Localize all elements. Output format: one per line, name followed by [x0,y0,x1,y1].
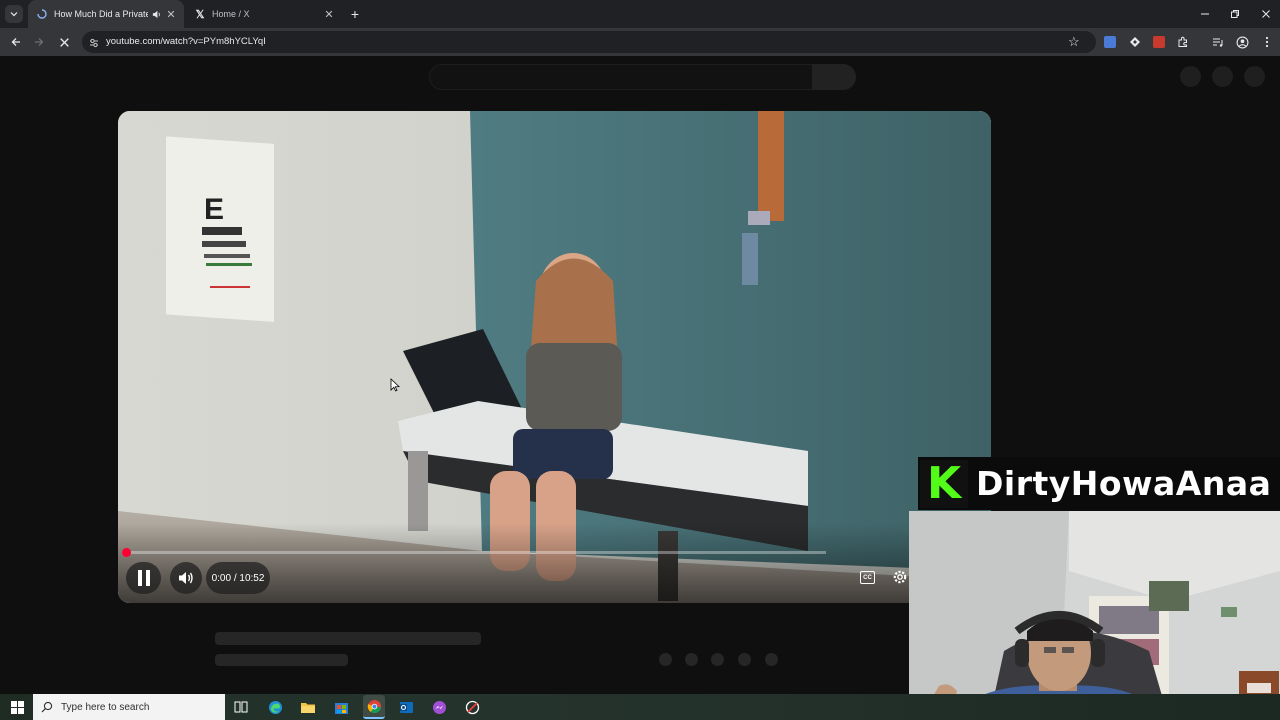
speaker-icon[interactable] [152,10,164,19]
forward-icon[interactable] [30,33,48,51]
search-button-skeleton[interactable] [812,64,856,90]
back-icon[interactable] [7,33,25,51]
subtitle-skeleton [215,654,348,666]
chrome-icon[interactable] [363,695,385,719]
pause-button[interactable] [126,562,161,594]
x-logo-icon: 𝕏 [195,8,205,21]
channel-name: DirtyHowaAnaa [976,464,1272,503]
browser-tab-strip: How Much Did a Private Cli ✕ 𝕏 Home / X … [0,0,1280,28]
tab-close-icon[interactable]: ✕ [164,8,178,21]
time-text: 0:00 / 10:52 [211,572,265,584]
new-tab-button[interactable]: + [346,5,364,23]
bookmark-star-icon[interactable]: ☆ [1068,34,1080,50]
browser-menu-icon[interactable] [1258,33,1276,51]
mouse-cursor-icon [390,378,400,392]
webcam-feed: x5 [909,511,1280,720]
media-controls-icon[interactable] [1209,33,1227,51]
outlook-icon[interactable] [396,697,416,717]
messenger-icon[interactable] [429,697,449,717]
action-skeleton [711,653,724,666]
streamer-banner: K DirtyHowaAnaa [918,457,1280,510]
url-text[interactable]: youtube.com/watch?v=PYm8hYCLYqI [106,36,266,47]
app-icon[interactable] [462,697,482,717]
volume-icon [179,572,193,584]
video-player[interactable]: E 0:00 / 10:52 CC [118,111,991,603]
stop-loading-icon[interactable] [55,33,73,51]
tab-close-icon[interactable]: ✕ [322,8,336,21]
time-display: 0:00 / 10:52 [206,562,270,594]
tab-search-chevron-icon[interactable] [5,5,23,23]
action-skeleton [659,653,672,666]
address-bar[interactable]: youtube.com/watch?v=PYm8hYCLYqI ☆ [82,31,1096,53]
action-skeleton [765,653,778,666]
action-skeleton [738,653,751,666]
translate-extension-icon[interactable] [1101,33,1119,51]
tab-x-home[interactable]: 𝕏 Home / X ✕ [186,0,342,28]
webcam-image [909,511,1280,720]
title-skeleton [215,632,481,645]
captions-label: CC [863,574,872,581]
action-skeleton [685,653,698,666]
svg-text:E: E [204,193,224,226]
search-icon [41,701,53,713]
settings-button[interactable] [892,569,908,585]
microsoft-store-icon[interactable] [331,697,351,717]
taskbar-search-box[interactable]: Type here to search [33,694,225,720]
task-view-icon[interactable] [231,697,251,717]
close-window-icon[interactable] [1257,5,1275,23]
red-extension-icon[interactable] [1150,33,1168,51]
profile-avatar-icon[interactable] [1233,33,1251,51]
diamond-extension-icon[interactable] [1126,33,1144,51]
file-explorer-icon[interactable] [298,697,318,717]
captions-button[interactable]: CC [860,571,875,584]
progress-track[interactable] [126,551,826,554]
header-icon-skeleton[interactable] [1180,66,1201,87]
progress-scrubber[interactable] [122,548,131,557]
pause-icon [137,570,150,586]
tab-title: How Much Did a Private Cli [54,9,148,19]
loading-spinner-icon [36,8,48,20]
header-icon-skeleton[interactable] [1212,66,1233,87]
search-box-skeleton[interactable] [429,64,813,90]
kick-logo-letter: K [926,458,962,509]
tab-video[interactable]: How Much Did a Private Cli ✕ [28,0,184,28]
site-info-icon[interactable] [88,36,100,54]
edge-browser-icon[interactable] [265,697,285,717]
volume-button[interactable] [170,562,202,594]
kick-logo: K [920,458,968,509]
header-avatar-skeleton[interactable] [1244,66,1265,87]
gear-icon [893,570,907,584]
windows-start-icon[interactable] [7,697,27,717]
minimize-icon[interactable] [1196,5,1214,23]
extensions-puzzle-icon[interactable] [1174,33,1192,51]
tab-title: Home / X [212,9,250,19]
taskbar-search-placeholder: Type here to search [61,701,150,713]
restore-icon[interactable] [1226,5,1244,23]
